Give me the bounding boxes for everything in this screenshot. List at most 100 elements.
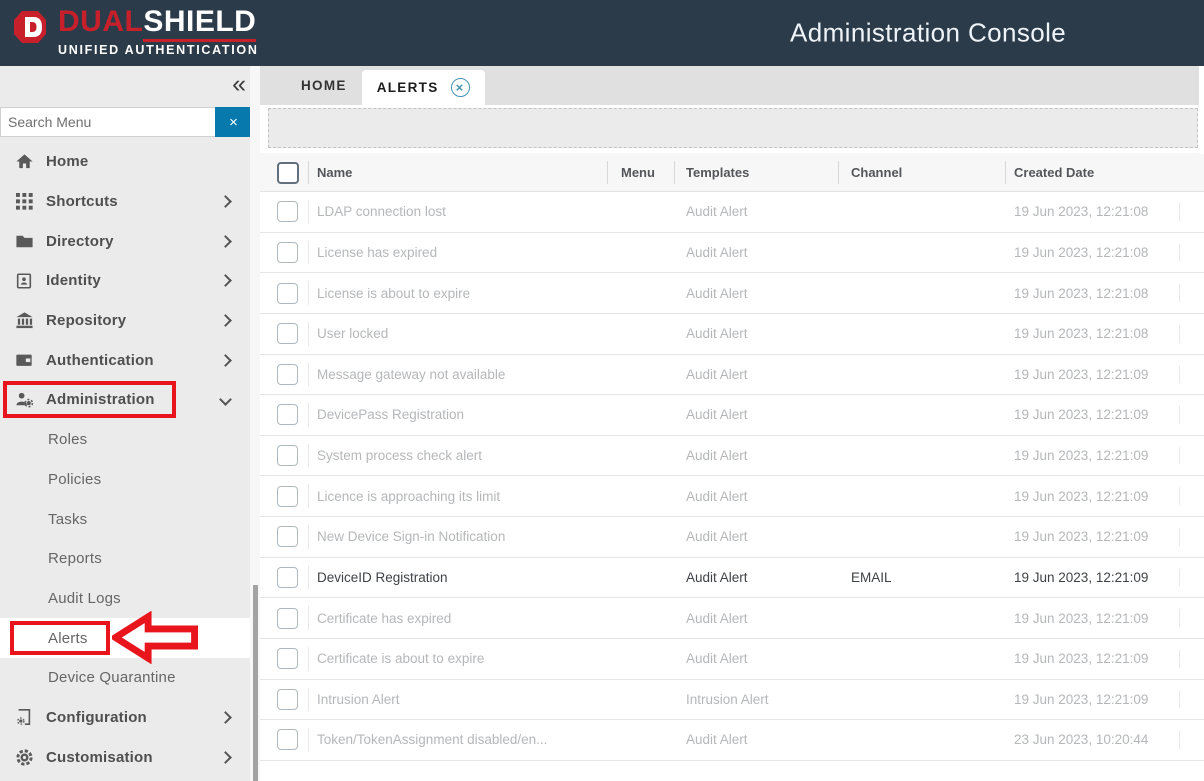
sidebar-scrollbar[interactable] (250, 66, 260, 781)
cell-created-date: 19 Jun 2023, 12:21:09 (1005, 489, 1204, 504)
cell-name: LDAP connection lost (308, 204, 607, 219)
table-row[interactable]: Token/TokenAssignment disabled/en... Aud… (260, 720, 1204, 761)
cell-templates: Audit Alert (674, 529, 838, 544)
table-row[interactable]: Licence is approaching its limit Audit A… (260, 476, 1204, 517)
row-checkbox[interactable] (277, 567, 298, 588)
sidebar-scrollbar-thumb[interactable] (253, 585, 258, 781)
table-row[interactable]: User locked Audit Alert 19 Jun 2023, 12:… (260, 314, 1204, 355)
sidebar-item-label: Configuration (46, 709, 147, 726)
sidebar-collapse-icon[interactable]: « (232, 72, 246, 97)
sidebar-item-directory[interactable]: Directory (0, 221, 250, 261)
sidebar-item-shortcuts[interactable]: Shortcuts (0, 182, 250, 222)
app-header: DUALSHIELD UNIFIED AUTHENTICATION Admini… (0, 0, 1204, 66)
table-row[interactable]: Intrusion Alert Intrusion Alert 19 Jun 2… (260, 680, 1204, 721)
row-checkbox[interactable] (277, 404, 298, 425)
sidebar-item-administration[interactable]: Administration (0, 380, 250, 420)
sidebar-item-alerts[interactable]: Alerts (0, 618, 250, 658)
sidebar-item-label: Roles (48, 431, 87, 448)
sidebar-item-identity[interactable]: Identity (0, 261, 250, 301)
table-row[interactable]: License is about to expire Audit Alert 1… (260, 273, 1204, 314)
column-header-menu[interactable]: Menu (607, 153, 674, 192)
row-checkbox[interactable] (277, 201, 298, 222)
sidebar-item-label: Reports (48, 550, 102, 567)
sidebar-search: × (0, 107, 252, 137)
sidebar-item-authentication[interactable]: Authentication (0, 340, 250, 380)
cell-templates: Audit Alert (674, 448, 838, 463)
sidebar-item-customisation[interactable]: Customisation (0, 737, 250, 777)
table-row[interactable]: New Device Sign-in Notification Audit Al… (260, 517, 1204, 558)
toolbar-placeholder (268, 108, 1198, 148)
row-checkbox[interactable] (277, 526, 298, 547)
table-row[interactable]: Certificate has expired Audit Alert 19 J… (260, 598, 1204, 639)
row-checkbox[interactable] (277, 648, 298, 669)
tab-alerts[interactable]: ALERTS × (362, 70, 485, 105)
search-clear-button[interactable]: × (215, 107, 252, 137)
row-checkbox-cell (260, 517, 308, 557)
sidebar-item-roles[interactable]: Roles (0, 420, 250, 460)
select-all-checkbox[interactable] (277, 162, 299, 184)
cell-created-date: 19 Jun 2023, 12:21:08 (1005, 245, 1204, 260)
sidebar-item-label: Customisation (46, 749, 153, 766)
table-row[interactable]: System process check alert Audit Alert 1… (260, 436, 1204, 477)
cell-created-date: 19 Jun 2023, 12:21:09 (1005, 407, 1204, 422)
cell-created-date: 19 Jun 2023, 12:21:09 (1005, 651, 1204, 666)
cell-templates: Audit Alert (674, 489, 838, 504)
sidebar-item-configuration[interactable]: Configuration (0, 698, 250, 738)
chevron-right-icon (219, 275, 232, 288)
cell-name: Message gateway not available (308, 367, 607, 382)
sidebar-item-repository[interactable]: Repository (0, 301, 250, 341)
row-checkbox[interactable] (277, 323, 298, 344)
dualshield-logo: DUALSHIELD UNIFIED AUTHENTICATION (8, 5, 259, 60)
row-checkbox-cell (260, 395, 308, 435)
row-checkbox[interactable] (277, 729, 298, 750)
cell-templates: Audit Alert (674, 407, 838, 422)
table-row[interactable]: LDAP connection lost Audit Alert 19 Jun … (260, 192, 1204, 233)
cell-templates: Audit Alert (674, 732, 838, 747)
row-checkbox[interactable] (277, 445, 298, 466)
row-checkbox[interactable] (277, 486, 298, 507)
row-checkbox-cell (260, 476, 308, 516)
table-row[interactable]: DevicePass Registration Audit Alert 19 J… (260, 395, 1204, 436)
table-row[interactable]: DeviceID Registration Audit Alert EMAIL … (260, 558, 1204, 599)
sidebar-item-label: Administration (46, 391, 155, 408)
cell-created-date: 23 Jun 2023, 10:20:44 (1005, 732, 1204, 747)
sidebar-item-home[interactable]: Home (0, 142, 250, 182)
table-row[interactable]: License has expired Audit Alert 19 Jun 2… (260, 233, 1204, 274)
row-checkbox[interactable] (277, 689, 298, 710)
content-scrollbar-track (1199, 66, 1204, 154)
sidebar-item-reports[interactable]: Reports (0, 539, 250, 579)
chevron-right-icon (219, 235, 232, 248)
sidebar-item-label: Tasks (48, 511, 87, 528)
tab-label: HOME (301, 78, 347, 93)
row-checkbox-cell (260, 233, 308, 273)
row-checkbox[interactable] (277, 283, 298, 304)
tab-label: ALERTS (377, 80, 439, 95)
table-row[interactable]: Message gateway not available Audit Aler… (260, 355, 1204, 396)
annotation-arrow-icon (112, 611, 198, 664)
sidebar-item-policies[interactable]: Policies (0, 460, 250, 500)
cell-created-date: 19 Jun 2023, 12:21:08 (1005, 286, 1204, 301)
row-checkbox-cell (260, 273, 308, 313)
column-header-channel[interactable]: Channel (838, 153, 1005, 192)
sidebar-item-label: Policies (48, 471, 101, 488)
brand-name: DUALSHIELD (58, 5, 256, 42)
row-checkbox-cell (260, 720, 308, 760)
sidebar-item-tasks[interactable]: Tasks (0, 499, 250, 539)
tab-home[interactable]: HOME (286, 66, 362, 105)
cell-templates: Audit Alert (674, 367, 838, 382)
tab-close-icon[interactable]: × (451, 78, 470, 97)
table-header-row: NameMenuTemplatesChannelCreated Date (260, 153, 1204, 192)
row-checkbox[interactable] (277, 242, 298, 263)
column-header-templates[interactable]: Templates (674, 153, 838, 192)
row-checkbox-cell (260, 436, 308, 476)
row-checkbox[interactable] (277, 608, 298, 629)
row-checkbox[interactable] (277, 364, 298, 385)
sidebar-item-audit-logs[interactable]: Audit Logs (0, 579, 250, 619)
sidebar-item-device-quarantine[interactable]: Device Quarantine (0, 658, 250, 698)
chevron-right-icon (219, 195, 232, 208)
search-input[interactable] (0, 107, 215, 137)
cell-name: System process check alert (308, 448, 607, 463)
column-header-name[interactable]: Name (308, 153, 607, 192)
table-row[interactable]: Certificate is about to expire Audit Ale… (260, 639, 1204, 680)
column-header-created-date[interactable]: Created Date (1005, 153, 1204, 192)
